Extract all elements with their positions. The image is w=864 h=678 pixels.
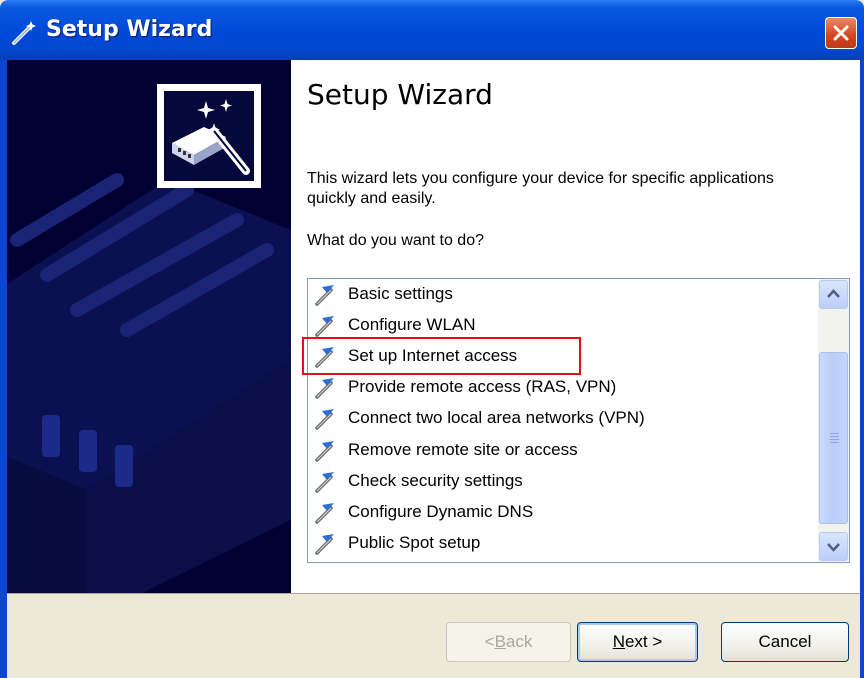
chevron-up-icon [827,289,840,298]
list-item-label: Basic settings [348,284,453,303]
list-item[interactable]: Basic settings [314,280,453,308]
list-item-label: Connect two local area networks (VPN) [348,408,645,427]
wizard-logo [157,84,261,188]
list-scrollbar[interactable] [818,279,849,562]
list-item-label: Remove remote site or access [348,440,578,459]
close-button[interactable] [825,17,857,49]
list-item[interactable]: Configure WLAN [314,311,476,339]
list-item[interactable]: Provide remote access (RAS, VPN) [314,373,616,401]
page-title: Setup Wizard [307,78,493,111]
wizard-wand-icon [315,285,334,306]
wizard-wand-icon [315,316,334,337]
scroll-thumb[interactable] [819,352,848,524]
wizard-router-logo-icon [172,99,250,175]
list-item[interactable]: Remove remote site or access [314,436,578,464]
wizard-wand-icon [315,472,334,493]
wizard-wand-icon [315,534,334,555]
scroll-down-button[interactable] [819,532,848,561]
footer-divider [7,593,860,594]
wizard-description: This wizard lets you configure your devi… [307,170,774,207]
chevron-down-icon [827,543,840,552]
list-item[interactable]: Public Spot setup [314,529,480,557]
list-item-label: Provide remote access (RAS, VPN) [348,377,617,396]
wizard-wand-icon [315,441,334,462]
title-bar[interactable]: Setup Wizard [0,0,864,60]
wizard-options-list[interactable]: Basic settings Configure WLAN Set up Int… [307,278,850,563]
list-item-label: Configure Dynamic DNS [348,502,534,521]
wizard-wand-icon [315,503,334,524]
next-button[interactable]: Next > [577,622,698,662]
window-frame-right [860,60,864,678]
back-button[interactable]: < Back [446,622,571,662]
window-frame-left [0,60,7,678]
highlight-box [302,337,581,375]
wizard-question: What do you want to do? [307,232,484,249]
setup-wizard-window: Setup Wizard Setup Wizard This wizard le… [0,0,864,678]
scroll-up-button[interactable] [819,280,848,309]
wizard-wand-icon [315,409,334,430]
list-item[interactable]: Configure Dynamic DNS [314,498,533,526]
list-item[interactable]: Connect two local area networks (VPN) [314,404,645,432]
wizard-wand-icon [10,18,38,46]
window-title: Setup Wizard [46,17,213,42]
list-item-label: Check security settings [348,471,523,490]
close-icon [833,25,849,41]
list-item[interactable]: Check security settings [314,467,523,495]
cancel-button[interactable]: Cancel [721,622,849,662]
list-item-label: Public Spot setup [348,533,481,552]
list-item-label: Configure WLAN [348,315,476,334]
wizard-wand-icon [315,378,334,399]
